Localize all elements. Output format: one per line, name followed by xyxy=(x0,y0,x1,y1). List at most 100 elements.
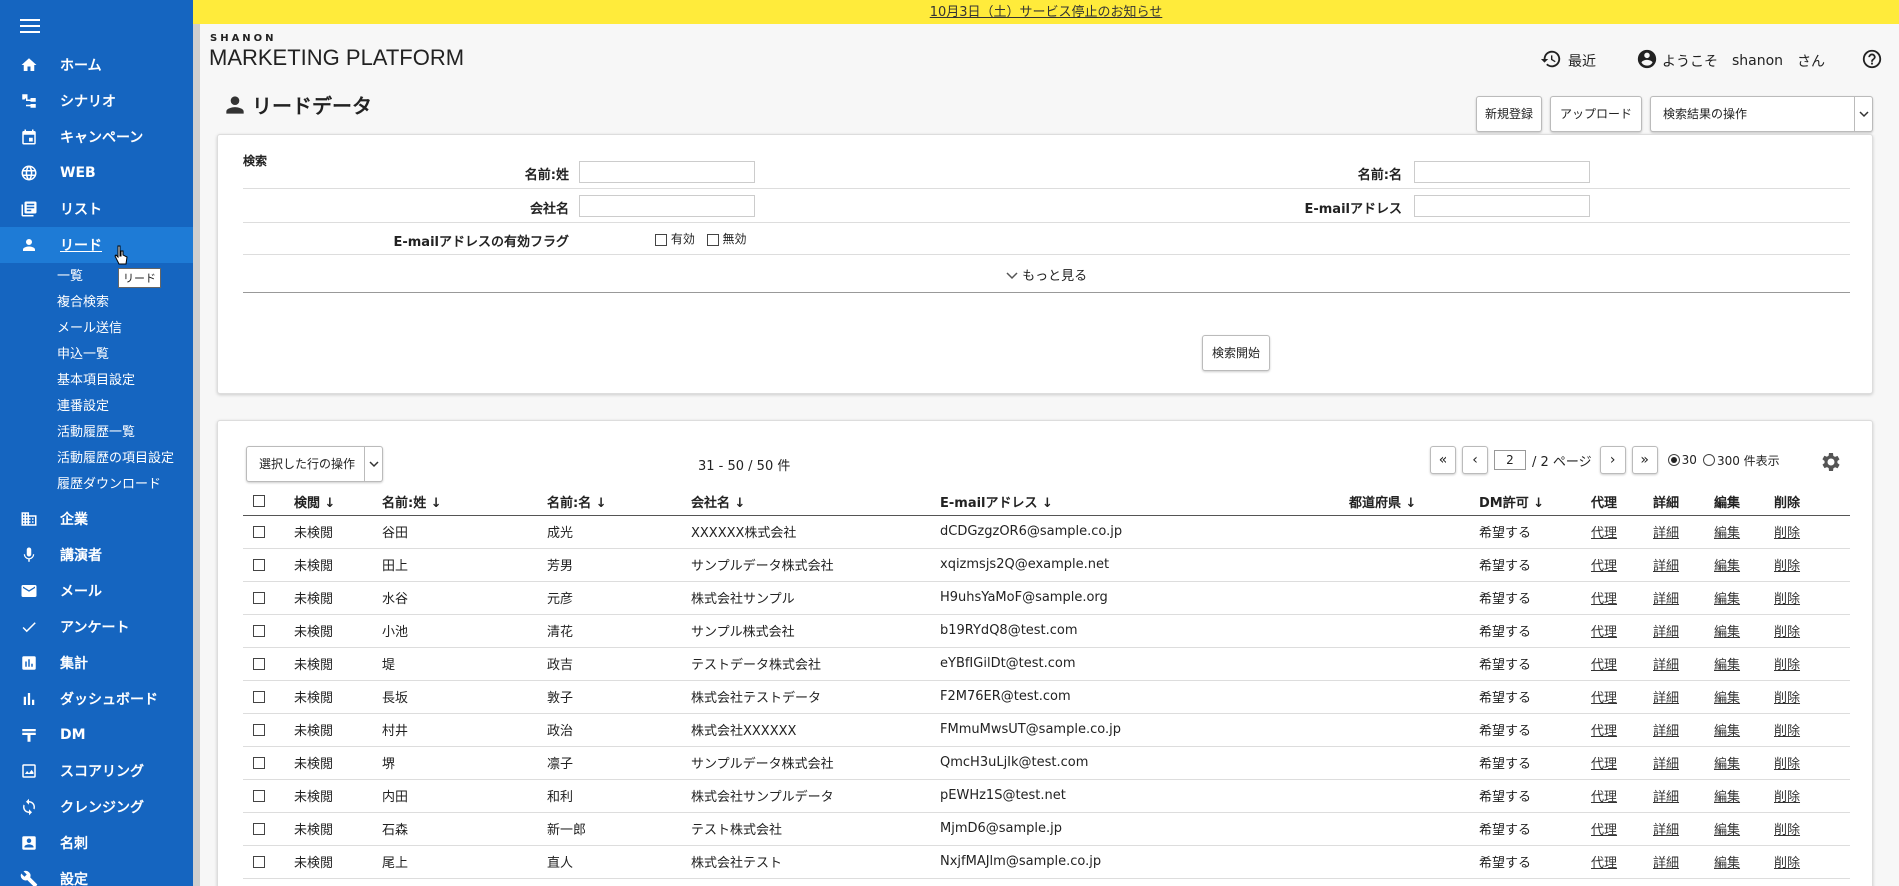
column-header-prefecture[interactable]: 都道府県 ↓ xyxy=(1349,488,1479,516)
sidebar-item-speaker[interactable]: 講演者 xyxy=(0,537,193,573)
delete-link[interactable]: 削除 xyxy=(1774,724,1800,739)
sidebar-item-mail[interactable]: メール xyxy=(0,573,193,609)
menu-icon[interactable] xyxy=(20,19,40,35)
detail-link[interactable]: 詳細 xyxy=(1653,856,1679,871)
row-checkbox[interactable] xyxy=(253,756,265,769)
sidebar-item-list[interactable]: リスト xyxy=(0,191,193,227)
row-checkbox[interactable] xyxy=(253,591,265,604)
delete-link[interactable]: 削除 xyxy=(1774,856,1800,871)
detail-link[interactable]: 詳細 xyxy=(1653,691,1679,706)
edit-link[interactable]: 編集 xyxy=(1714,559,1740,574)
detail-link[interactable]: 詳細 xyxy=(1653,526,1679,541)
column-header-first-name[interactable]: 名前:名 ↓ xyxy=(547,488,691,516)
column-header-review[interactable]: 検閲 ↓ xyxy=(294,488,382,516)
sidebar-item-campaign[interactable]: キャンペーン xyxy=(0,119,193,155)
delete-link[interactable]: 削除 xyxy=(1774,592,1800,607)
subnav-item-basic-fields[interactable]: 基本項目設定 xyxy=(0,368,193,394)
user-menu[interactable]: ようこそ shanon さん xyxy=(1636,48,1825,74)
select-all-checkbox[interactable] xyxy=(253,495,265,508)
upload-button[interactable]: アップロード xyxy=(1550,96,1642,132)
edit-link[interactable]: 編集 xyxy=(1714,625,1740,640)
detail-link[interactable]: 詳細 xyxy=(1653,559,1679,574)
sidebar-item-cleansing[interactable]: クレンジング xyxy=(0,789,193,825)
subnav-item-complex-search[interactable]: 複合検索 xyxy=(0,290,193,316)
sidebar-item-dashboard[interactable]: ダッシュボード xyxy=(0,681,193,717)
edit-link[interactable]: 編集 xyxy=(1714,526,1740,541)
delete-link[interactable]: 削除 xyxy=(1774,658,1800,673)
edit-link[interactable]: 編集 xyxy=(1714,790,1740,805)
delete-link[interactable]: 削除 xyxy=(1774,559,1800,574)
invalid-checkbox[interactable] xyxy=(706,233,719,246)
subnav-item-history-download[interactable]: 履歴ダウンロード xyxy=(0,472,193,498)
proxy-link[interactable]: 代理 xyxy=(1591,724,1617,739)
sidebar-item-scenario[interactable]: シナリオ xyxy=(0,83,193,119)
row-checkbox[interactable] xyxy=(253,525,265,538)
row-checkbox[interactable] xyxy=(253,855,265,868)
edit-link[interactable]: 編集 xyxy=(1714,691,1740,706)
more-toggle[interactable]: もっと見る xyxy=(243,265,1850,284)
delete-link[interactable]: 削除 xyxy=(1774,823,1800,838)
sidebar-item-lead[interactable]: リード xyxy=(0,227,193,263)
delete-link[interactable]: 削除 xyxy=(1774,526,1800,541)
proxy-link[interactable]: 代理 xyxy=(1591,526,1617,541)
column-header-email[interactable]: E-mailアドレス ↓ xyxy=(940,488,1349,516)
delete-link[interactable]: 削除 xyxy=(1774,790,1800,805)
column-header-company[interactable]: 会社名 ↓ xyxy=(691,488,940,516)
row-checkbox[interactable] xyxy=(253,690,265,703)
detail-link[interactable]: 詳細 xyxy=(1653,658,1679,673)
new-register-button[interactable]: 新規登録 xyxy=(1476,96,1542,132)
valid-checkbox[interactable] xyxy=(655,233,667,246)
edit-link[interactable]: 編集 xyxy=(1714,592,1740,607)
detail-link[interactable]: 詳細 xyxy=(1653,592,1679,607)
last-name-input[interactable] xyxy=(579,161,755,183)
sidebar-scrollbar[interactable] xyxy=(193,0,200,886)
subnav-item-mail-send[interactable]: メール送信 xyxy=(0,316,193,342)
proxy-link[interactable]: 代理 xyxy=(1591,625,1617,640)
sidebar-item-business-card[interactable]: 名刺 xyxy=(0,825,193,861)
proxy-link[interactable]: 代理 xyxy=(1591,592,1617,607)
edit-link[interactable]: 編集 xyxy=(1714,856,1740,871)
company-input[interactable] xyxy=(579,195,755,217)
logo[interactable]: MARKETING PLATFORM xyxy=(209,45,464,71)
sidebar-item-web[interactable]: WEB xyxy=(0,155,193,191)
row-checkbox[interactable] xyxy=(253,789,265,802)
results-operation-select[interactable]: 検索結果の操作 xyxy=(1650,96,1873,132)
detail-link[interactable]: 詳細 xyxy=(1653,625,1679,640)
edit-link[interactable]: 編集 xyxy=(1714,757,1740,772)
subnav-item-activity-history[interactable]: 活動履歴一覧 xyxy=(0,420,193,446)
detail-link[interactable]: 詳細 xyxy=(1653,790,1679,805)
search-start-button[interactable]: 検索開始 xyxy=(1202,335,1270,371)
delete-link[interactable]: 削除 xyxy=(1774,691,1800,706)
detail-link[interactable]: 詳細 xyxy=(1653,757,1679,772)
proxy-link[interactable]: 代理 xyxy=(1591,823,1617,838)
next-page-button[interactable]: › xyxy=(1599,446,1626,474)
proxy-link[interactable]: 代理 xyxy=(1591,559,1617,574)
detail-link[interactable]: 詳細 xyxy=(1653,724,1679,739)
subnav-item-list[interactable]: 一覧 xyxy=(0,264,193,290)
row-checkbox[interactable] xyxy=(253,657,265,670)
delete-link[interactable]: 削除 xyxy=(1774,757,1800,772)
row-checkbox[interactable] xyxy=(253,723,265,736)
detail-link[interactable]: 詳細 xyxy=(1653,823,1679,838)
column-header-last-name[interactable]: 名前:姓 ↓ xyxy=(382,488,547,516)
page-input[interactable]: 2 xyxy=(1494,450,1526,470)
service-notice-link[interactable]: 10月3日（土）サービス停止のお知らせ xyxy=(930,5,1163,20)
first-name-input[interactable] xyxy=(1414,161,1590,183)
prev-page-button[interactable]: ‹ xyxy=(1462,446,1488,474)
delete-link[interactable]: 削除 xyxy=(1774,625,1800,640)
selected-rows-operation-select[interactable]: 選択した行の操作 xyxy=(246,446,383,482)
proxy-link[interactable]: 代理 xyxy=(1591,757,1617,772)
row-checkbox[interactable] xyxy=(253,624,265,637)
row-checkbox[interactable] xyxy=(253,558,265,571)
edit-link[interactable]: 編集 xyxy=(1714,658,1740,673)
column-header-dm[interactable]: DM許可 ↓ xyxy=(1479,488,1591,516)
proxy-link[interactable]: 代理 xyxy=(1591,856,1617,871)
sidebar-item-home[interactable]: ホーム xyxy=(0,47,193,83)
sidebar-item-scoring[interactable]: スコアリング xyxy=(0,753,193,789)
help-icon[interactable] xyxy=(1861,48,1883,74)
per-page-30-radio[interactable] xyxy=(1667,454,1680,466)
last-page-button[interactable]: » xyxy=(1631,446,1658,474)
edit-link[interactable]: 編集 xyxy=(1714,823,1740,838)
recent-button[interactable]: 最近 xyxy=(1540,48,1596,74)
proxy-link[interactable]: 代理 xyxy=(1591,790,1617,805)
